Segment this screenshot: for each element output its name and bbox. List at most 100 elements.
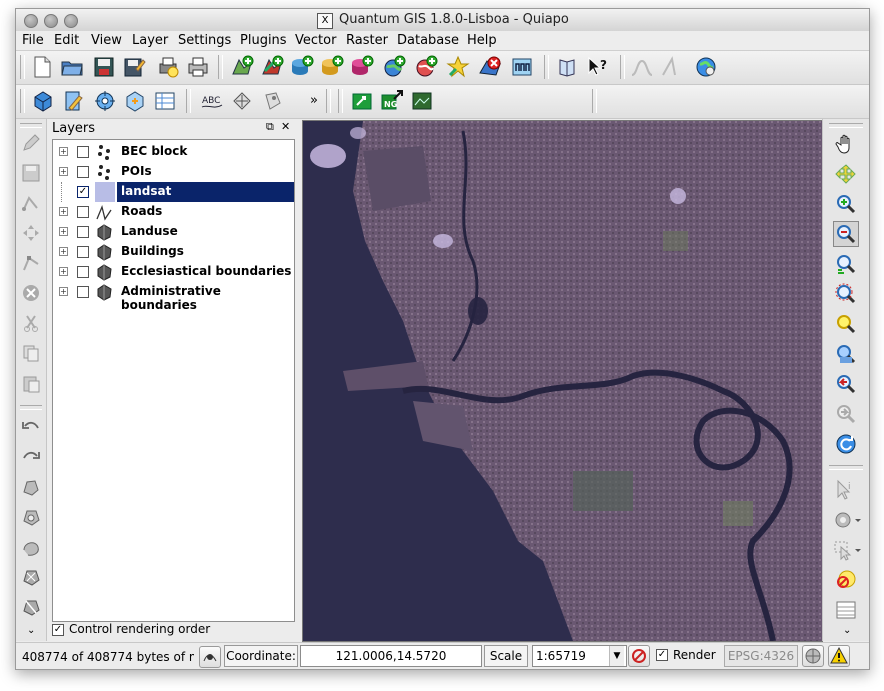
toolbar-grip[interactable]	[326, 89, 331, 113]
layer-visibility-checkbox[interactable]	[77, 246, 89, 258]
help-contents-icon[interactable]	[556, 55, 580, 79]
copy-features-icon[interactable]	[21, 343, 41, 363]
menu-database[interactable]: Database	[397, 33, 459, 48]
menu-raster[interactable]: Raster	[346, 33, 388, 48]
toolbar-grip[interactable]	[338, 89, 343, 113]
zoom-to-selection-icon[interactable]	[835, 283, 857, 305]
expand-icon[interactable]: +	[59, 267, 68, 276]
refresh-icon[interactable]	[835, 433, 857, 455]
attribute-table-icon[interactable]	[153, 89, 177, 113]
menu-vector[interactable]: Vector	[295, 33, 336, 48]
run-feature-action-icon[interactable]	[833, 509, 863, 531]
layer-row-roads[interactable]: + Roads	[53, 202, 294, 222]
coordinate-field[interactable]: 121.0006,14.5720	[300, 645, 482, 667]
layer-row-buildings[interactable]: + Buildings	[53, 242, 294, 262]
expand-icon[interactable]: +	[59, 247, 68, 256]
composer-manager-icon[interactable]	[186, 55, 210, 79]
toolbar-grip[interactable]	[829, 465, 863, 470]
redo-icon[interactable]	[21, 447, 41, 467]
paste-features-icon[interactable]	[21, 373, 41, 393]
toggle-editing-icon[interactable]	[21, 133, 41, 153]
float-panel-icon[interactable]: ⧉	[266, 120, 274, 134]
select-features-icon[interactable]	[833, 539, 863, 561]
add-feature-icon[interactable]	[21, 193, 41, 213]
menu-layer[interactable]: Layer	[132, 33, 168, 48]
openlayers-plugin-icon[interactable]	[694, 55, 718, 79]
menu-plugins[interactable]: Plugins	[240, 33, 287, 48]
toolbar-grip[interactable]	[20, 55, 25, 79]
menu-view[interactable]: View	[91, 33, 122, 48]
toolbar-grip[interactable]	[20, 405, 42, 410]
save-as-icon[interactable]	[122, 55, 146, 79]
coordinate-toggle-icon[interactable]	[199, 646, 221, 668]
open-project-icon[interactable]	[60, 55, 84, 79]
zoom-last-icon[interactable]	[835, 373, 857, 395]
stop-rendering-icon[interactable]	[628, 645, 650, 667]
expand-icon[interactable]: +	[59, 167, 68, 176]
add-postgis-layer-icon[interactable]	[290, 55, 314, 79]
edit-script-icon[interactable]	[61, 89, 85, 113]
python-console-icon[interactable]	[31, 89, 55, 113]
toolbar-grip[interactable]	[20, 89, 25, 113]
oracle-raster-icon[interactable]	[410, 89, 434, 113]
delete-ring-icon[interactable]	[21, 567, 41, 587]
delete-selected-icon[interactable]	[21, 283, 41, 303]
layer-row-landsat[interactable]: ✓ landsat	[53, 182, 294, 202]
control-rendering-order-checkbox[interactable]: ✓	[52, 624, 64, 636]
layer-row-pois[interactable]: + POIs	[53, 162, 294, 182]
cut-features-icon[interactable]	[21, 313, 41, 333]
layer-row-bec-block[interactable]: + BEC block	[53, 142, 294, 162]
crs-globe-icon[interactable]	[802, 645, 824, 667]
layer-row-landuse[interactable]: + Landuse	[53, 222, 294, 242]
add-ring-icon[interactable]	[21, 507, 41, 527]
layer-row-ecclesiastical-boundaries[interactable]: + Ecclesiastical boundaries	[53, 262, 294, 282]
toolbar-extension-icon[interactable]: ⌄	[27, 625, 35, 636]
map-canvas[interactable]	[302, 120, 823, 642]
minimize-window-button[interactable]	[44, 14, 58, 28]
expand-icon[interactable]: +	[59, 207, 68, 216]
split-features-icon[interactable]	[21, 597, 41, 617]
menu-help[interactable]: Help	[467, 33, 497, 48]
remove-layer-icon[interactable]	[478, 55, 502, 79]
menu-settings[interactable]: Settings	[178, 33, 231, 48]
plugin-manager-icon[interactable]	[123, 89, 147, 113]
expand-icon[interactable]: +	[59, 287, 68, 296]
move-label-icon[interactable]	[230, 89, 254, 113]
toolbar-grip[interactable]	[20, 123, 42, 128]
pan-to-selection-icon[interactable]	[835, 163, 857, 185]
node-tool-icon[interactable]	[21, 253, 41, 273]
toolbar-grip[interactable]	[829, 123, 863, 128]
expand-icon[interactable]: +	[59, 147, 68, 156]
add-vector-layer-icon[interactable]	[230, 55, 254, 79]
layer-visibility-checkbox[interactable]	[77, 266, 89, 278]
simplify-feature-icon[interactable]	[21, 477, 41, 497]
layer-visibility-checkbox[interactable]	[77, 146, 89, 158]
georeferencer-icon[interactable]	[93, 89, 117, 113]
expand-icon[interactable]: +	[59, 227, 68, 236]
save-edits-icon[interactable]	[21, 163, 41, 183]
layer-visibility-checkbox[interactable]: ✓	[77, 186, 89, 198]
label-tool-icon[interactable]: ABC	[200, 89, 224, 113]
toolbar-grip[interactable]	[620, 55, 625, 79]
open-attribute-table-icon[interactable]	[835, 599, 857, 621]
save-project-icon[interactable]	[92, 55, 116, 79]
layer-row-administrative-boundaries[interactable]: + Administrative boundaries	[53, 282, 294, 312]
move-feature-icon[interactable]	[21, 223, 41, 243]
toolbar-grip[interactable]	[544, 55, 549, 79]
close-window-button[interactable]	[24, 14, 38, 28]
render-checkbox[interactable]: ✓	[656, 649, 668, 661]
rotate-label-icon[interactable]	[260, 89, 284, 113]
toolbar-grip[interactable]	[218, 55, 223, 79]
add-wms-layer-icon[interactable]	[382, 55, 406, 79]
scale-combobox[interactable]: 1:65719 ▼	[532, 645, 627, 667]
new-print-composer-icon[interactable]	[156, 55, 180, 79]
add-mssql-layer-icon[interactable]	[350, 55, 374, 79]
new-project-icon[interactable]	[30, 55, 54, 79]
zoom-native-resolution-icon[interactable]	[835, 343, 857, 365]
identify-features-icon[interactable]: i	[835, 479, 857, 501]
zoom-to-layer-icon[interactable]	[835, 313, 857, 335]
menu-edit[interactable]: Edit	[54, 33, 79, 48]
toolbar-grip[interactable]	[186, 89, 191, 113]
dropdown-arrow-icon[interactable]: ▼	[609, 646, 624, 666]
gps-tools-icon[interactable]	[350, 89, 374, 113]
